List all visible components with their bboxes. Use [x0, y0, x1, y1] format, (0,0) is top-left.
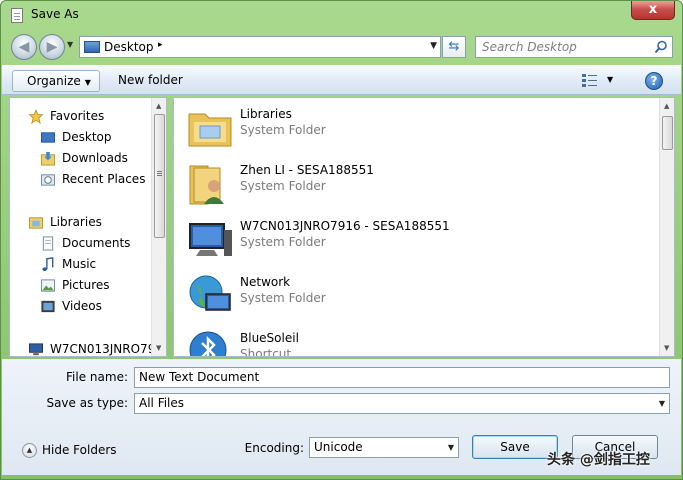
pictures-icon	[40, 279, 56, 292]
save-as-type-label: Save as type:	[46, 396, 128, 410]
scrollbar-thumb[interactable]	[154, 114, 165, 238]
file-name: BlueSoleil	[240, 331, 299, 345]
scroll-up-icon[interactable]: ▲	[664, 102, 669, 110]
bluetooth-icon	[189, 331, 227, 356]
file-name: Libraries	[240, 107, 292, 121]
file-type: System Folder	[240, 179, 326, 193]
scroll-up-icon[interactable]: ▲	[156, 102, 161, 110]
hide-folders-button[interactable]: ▲ Hide Folders	[22, 443, 117, 458]
list-item[interactable]: BlueSoleil Shortcut	[186, 328, 656, 357]
file-list-scrollbar[interactable]: ▲ ▼	[659, 98, 674, 356]
file-name: Network	[240, 275, 291, 289]
list-item[interactable]: Network System Folder	[186, 272, 656, 324]
search-input[interactable]: Search Desktop	[475, 36, 673, 58]
list-item[interactable]: W7CN013JNRO7916 - SESA188551 System Fold…	[186, 216, 656, 268]
search-icon[interactable]	[654, 40, 668, 54]
save-as-type-select[interactable]: All Files ▼	[134, 393, 670, 414]
help-icon[interactable]: ?	[645, 72, 663, 90]
forward-button[interactable]: ▶	[39, 34, 65, 60]
file-name: W7CN013JNRO7916 - SESA188551	[240, 219, 450, 233]
chevron-up-icon: ▲	[22, 443, 37, 458]
encoding-label: Encoding:	[244, 441, 304, 455]
recent-places-icon	[40, 174, 56, 186]
scrollbar-thumb[interactable]	[662, 116, 673, 150]
save-form: File name: New Text Document Save as typ…	[2, 359, 681, 475]
file-type: Shortcut	[240, 347, 292, 357]
star-icon	[28, 109, 44, 124]
file-name-field[interactable]: New Text Document	[134, 367, 670, 388]
downloads-icon	[40, 151, 56, 166]
file-type: System Folder	[240, 235, 326, 249]
libraries-icon	[28, 217, 44, 229]
chevron-down-icon: ▼	[658, 399, 665, 408]
network-icon	[189, 275, 231, 311]
libraries-folder-icon	[188, 113, 232, 147]
encoding-value: Unicode	[314, 440, 363, 454]
file-name: Zhen LI - SESA188551	[240, 163, 374, 177]
user-folder-icon	[189, 165, 224, 205]
desktop-icon	[40, 132, 56, 143]
file-name-value: New Text Document	[139, 370, 260, 384]
refresh-button[interactable]: ⇆	[442, 36, 466, 58]
recent-pages-dropdown-icon[interactable]: ▼	[67, 40, 73, 49]
command-toolbar: Organize ▼ New folder ▼ ?	[2, 65, 681, 95]
view-options-dropdown-icon[interactable]: ▼	[607, 75, 613, 84]
navigation-pane: Favorites Desktop Downloads Recent Place…	[9, 97, 167, 357]
save-button[interactable]: Save	[472, 435, 558, 459]
file-name-label: File name:	[66, 370, 128, 384]
organize-label: Organize	[27, 74, 81, 88]
address-bar[interactable]: Desktop ▸ ▼	[79, 36, 441, 58]
address-dropdown-icon[interactable]: ▼	[430, 41, 437, 51]
watermark: 头条 @剑指工控	[547, 452, 650, 468]
hide-folders-label: Hide Folders	[42, 443, 117, 457]
documents-icon	[42, 236, 54, 251]
desktop-icon	[84, 41, 100, 53]
close-button[interactable]: x	[631, 1, 675, 20]
chevron-down-icon: ▼	[84, 78, 91, 87]
document-icon	[11, 8, 23, 23]
list-item[interactable]: Libraries System Folder	[186, 104, 656, 156]
window-title: Save As	[31, 7, 79, 21]
computer-icon	[189, 223, 232, 256]
encoding-select[interactable]: Unicode ▼	[309, 437, 459, 458]
forward-arrow-icon: ▶	[46, 39, 58, 55]
navigation-row: ◀ ▶ ▼ Desktop ▸ ▼ ⇆ Search Desktop	[1, 31, 682, 63]
file-type: System Folder	[240, 291, 326, 305]
back-arrow-icon: ◀	[18, 39, 30, 55]
scroll-down-icon[interactable]: ▼	[156, 344, 161, 352]
computer-icon	[28, 343, 44, 356]
new-folder-button[interactable]: New folder	[118, 73, 183, 87]
file-type: System Folder	[240, 123, 326, 137]
file-list: Libraries System Folder Zhen LI - SESA18…	[173, 97, 675, 357]
address-separator-icon[interactable]: ▸	[158, 40, 163, 50]
search-placeholder: Search Desktop	[482, 40, 577, 54]
title-bar: Save As x	[1, 1, 682, 31]
refresh-icon: ⇆	[448, 39, 460, 54]
back-button[interactable]: ◀	[11, 34, 37, 60]
videos-icon	[41, 300, 55, 313]
chevron-down-icon: ▼	[447, 443, 454, 452]
scroll-down-icon[interactable]: ▼	[664, 344, 669, 352]
navigation-scrollbar[interactable]: ▲ ▼	[151, 98, 166, 356]
list-item[interactable]: Zhen LI - SESA188551 System Folder	[186, 160, 656, 212]
save-as-dialog: Save As x ◀ ▶ ▼ Desktop ▸ ▼ ⇆ Search Des…	[0, 0, 683, 480]
change-view-icon[interactable]	[582, 74, 598, 88]
organize-button[interactable]: Organize ▼	[12, 70, 100, 92]
address-location[interactable]: Desktop	[104, 40, 154, 54]
music-icon	[42, 257, 54, 272]
save-as-type-value: All Files	[139, 396, 185, 410]
